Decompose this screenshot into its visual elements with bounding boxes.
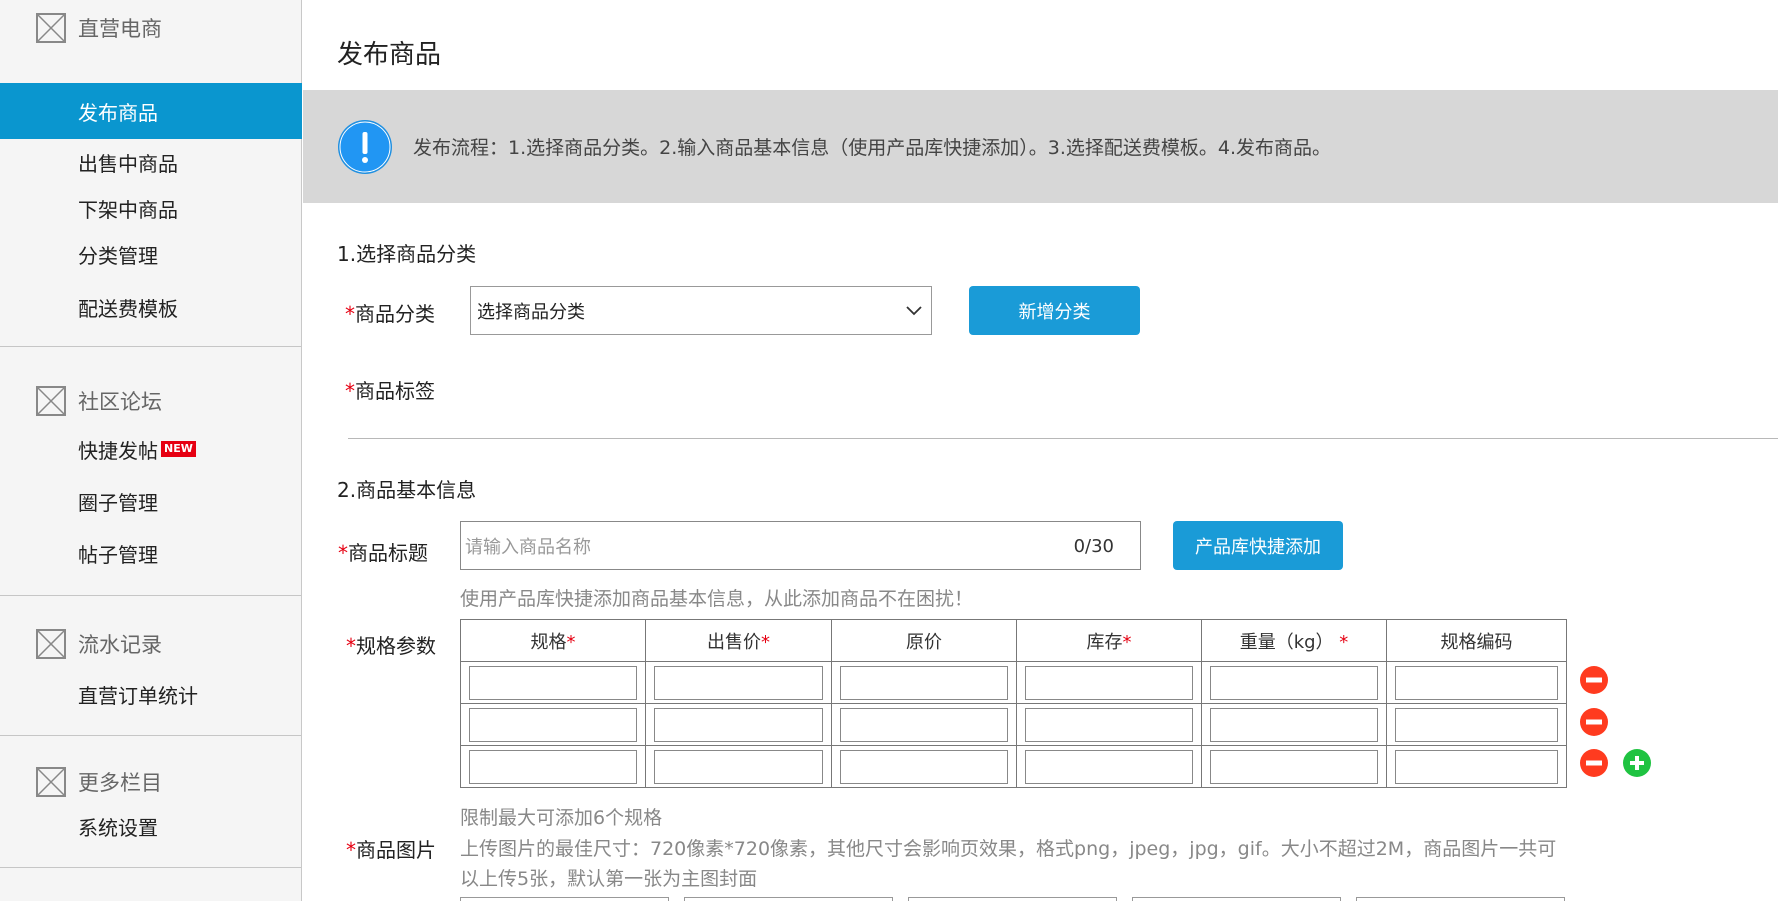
spec-code-input[interactable] <box>1395 749 1558 784</box>
weight-input[interactable] <box>1210 749 1378 784</box>
placeholder-image-icon <box>36 767 66 797</box>
sidebar-item-circle-manage[interactable]: 圈子管理 <box>0 475 301 527</box>
sale-price-input[interactable] <box>654 707 823 742</box>
product-title-placeholder: 请输入商品名称 <box>465 536 591 558</box>
quick-add-hint: 使用产品库快捷添加商品基本信息，从此添加商品不在困扰！ <box>460 588 974 610</box>
chevron-down-icon <box>906 306 922 316</box>
sidebar-item-system-settings[interactable]: 系统设置 <box>0 804 301 848</box>
image-upload-slot[interactable] <box>460 897 669 901</box>
sidebar-item-on-sale[interactable]: 出售中商品 <box>0 139 302 185</box>
section-1-title: 1.选择商品分类 <box>337 242 477 266</box>
sidebar-group-title: 更多栏目 <box>78 771 162 795</box>
column-header: 规格* <box>460 619 646 662</box>
sale-price-input[interactable] <box>654 749 823 784</box>
add-category-button[interactable]: 新增分类 <box>969 286 1140 335</box>
category-label: *商品分类 <box>345 302 435 326</box>
sidebar-group-header[interactable]: 流水记录 <box>0 616 301 666</box>
category-select[interactable]: 选择商品分类 <box>470 286 932 335</box>
info-exclamation-icon <box>338 119 392 174</box>
placeholder-image-icon <box>36 629 66 659</box>
image-upload-slot[interactable] <box>908 897 1117 901</box>
image-hint-line-1: 上传图片的最佳尺寸：720像素*720像素，其他尺寸会影响页效果，格式png，j… <box>460 838 1557 860</box>
sidebar-group-ecommerce: 直营电商 发布商品 出售中商品 下架中商品 分类管理 配送费模板 <box>0 0 302 347</box>
category-select-value: 选择商品分类 <box>477 301 585 323</box>
remove-row-icon[interactable] <box>1580 749 1608 777</box>
sidebar-group-header[interactable]: 直营电商 <box>0 0 301 50</box>
stock-input[interactable] <box>1025 749 1193 784</box>
column-header: 原价 <box>831 619 1017 662</box>
stock-input[interactable] <box>1025 665 1193 700</box>
sidebar-group-more: 更多栏目 系统设置 <box>0 736 301 868</box>
main-content: 发布商品 发布流程：1.选择商品分类。2.输入商品基本信息（使用产品库快捷添加）… <box>303 0 1778 901</box>
image-upload-slot[interactable] <box>1356 897 1565 901</box>
table-row <box>460 703 1567 746</box>
spec-limit-hint: 限制最大可添加6个规格 <box>460 807 663 829</box>
original-price-input[interactable] <box>840 749 1008 784</box>
image-upload-slot[interactable] <box>1132 897 1341 901</box>
remove-row-icon[interactable] <box>1580 708 1608 736</box>
quick-add-button[interactable]: 产品库快捷添加 <box>1173 521 1343 570</box>
remove-row-icon[interactable] <box>1580 666 1608 694</box>
column-header: 库存* <box>1016 619 1202 662</box>
spec-table-header: 规格* 出售价* 原价 库存* 重量（kg） * 规格编码 <box>460 619 1567 662</box>
sidebar-group-header[interactable]: 更多栏目 <box>0 754 301 804</box>
sidebar-item-off-shelf[interactable]: 下架中商品 <box>0 185 302 231</box>
section-2-title: 2.商品基本信息 <box>337 478 477 502</box>
product-title-input[interactable]: 请输入商品名称 0/30 <box>460 521 1141 570</box>
spec-name-input[interactable] <box>469 749 637 784</box>
weight-input[interactable] <box>1210 707 1378 742</box>
spec-label: *规格参数 <box>346 634 436 658</box>
original-price-input[interactable] <box>840 665 1008 700</box>
spec-table: 规格* 出售价* 原价 库存* 重量（kg） * 规格编码 <box>460 619 1567 788</box>
sidebar-item-category-manage[interactable]: 分类管理 <box>0 231 302 277</box>
process-notice: 发布流程：1.选择商品分类。2.输入商品基本信息（使用产品库快捷添加）。3.选择… <box>303 90 1778 203</box>
original-price-input[interactable] <box>840 707 1008 742</box>
page-title: 发布商品 <box>337 40 442 70</box>
placeholder-image-icon <box>36 13 66 43</box>
column-header: 出售价* <box>645 619 832 662</box>
product-image-label: *商品图片 <box>346 838 436 862</box>
sidebar-group-records: 流水记录 直营订单统计 <box>0 596 301 736</box>
table-row <box>460 661 1567 704</box>
sidebar: 直营电商 发布商品 出售中商品 下架中商品 分类管理 配送费模板 社区论坛 快捷… <box>0 0 302 901</box>
image-hint-line-2: 以上传5张，默认第一张为主图封面 <box>460 868 758 890</box>
section-divider <box>348 438 1778 439</box>
sidebar-item-quick-post[interactable]: 快捷发帖 NEW <box>0 423 301 475</box>
notice-text: 发布流程：1.选择商品分类。2.输入商品基本信息（使用产品库快捷添加）。3.选择… <box>413 137 1332 159</box>
table-row <box>460 745 1567 788</box>
stock-input[interactable] <box>1025 707 1193 742</box>
sidebar-group-forum: 社区论坛 快捷发帖 NEW 圈子管理 帖子管理 <box>0 347 301 596</box>
sidebar-group-title: 社区论坛 <box>78 390 162 414</box>
char-counter: 0/30 <box>1073 536 1114 557</box>
sidebar-group-title: 流水记录 <box>78 633 162 657</box>
sidebar-item-order-stats[interactable]: 直营订单统计 <box>0 666 301 722</box>
spec-name-input[interactable] <box>469 707 637 742</box>
sidebar-group-header[interactable]: 社区论坛 <box>0 373 301 423</box>
column-header: 重量（kg） * <box>1201 619 1387 662</box>
spec-name-input[interactable] <box>469 665 637 700</box>
sale-price-input[interactable] <box>654 665 823 700</box>
spec-code-input[interactable] <box>1395 707 1558 742</box>
sidebar-group-title: 直营电商 <box>78 17 162 41</box>
sidebar-item-publish-product[interactable]: 发布商品 <box>0 83 302 139</box>
sidebar-item-label: 快捷发帖 <box>78 438 158 463</box>
column-header: 规格编码 <box>1386 619 1567 662</box>
product-title-label: *商品标题 <box>338 541 428 565</box>
sidebar-item-shipping-template[interactable]: 配送费模板 <box>0 277 302 337</box>
new-badge: NEW <box>161 441 196 457</box>
tag-label: *商品标签 <box>345 379 435 403</box>
spec-code-input[interactable] <box>1395 665 1558 700</box>
sidebar-item-post-manage[interactable]: 帖子管理 <box>0 527 301 579</box>
add-row-icon[interactable] <box>1623 749 1651 777</box>
weight-input[interactable] <box>1210 665 1378 700</box>
image-upload-slot[interactable] <box>684 897 893 901</box>
placeholder-image-icon <box>36 386 66 416</box>
